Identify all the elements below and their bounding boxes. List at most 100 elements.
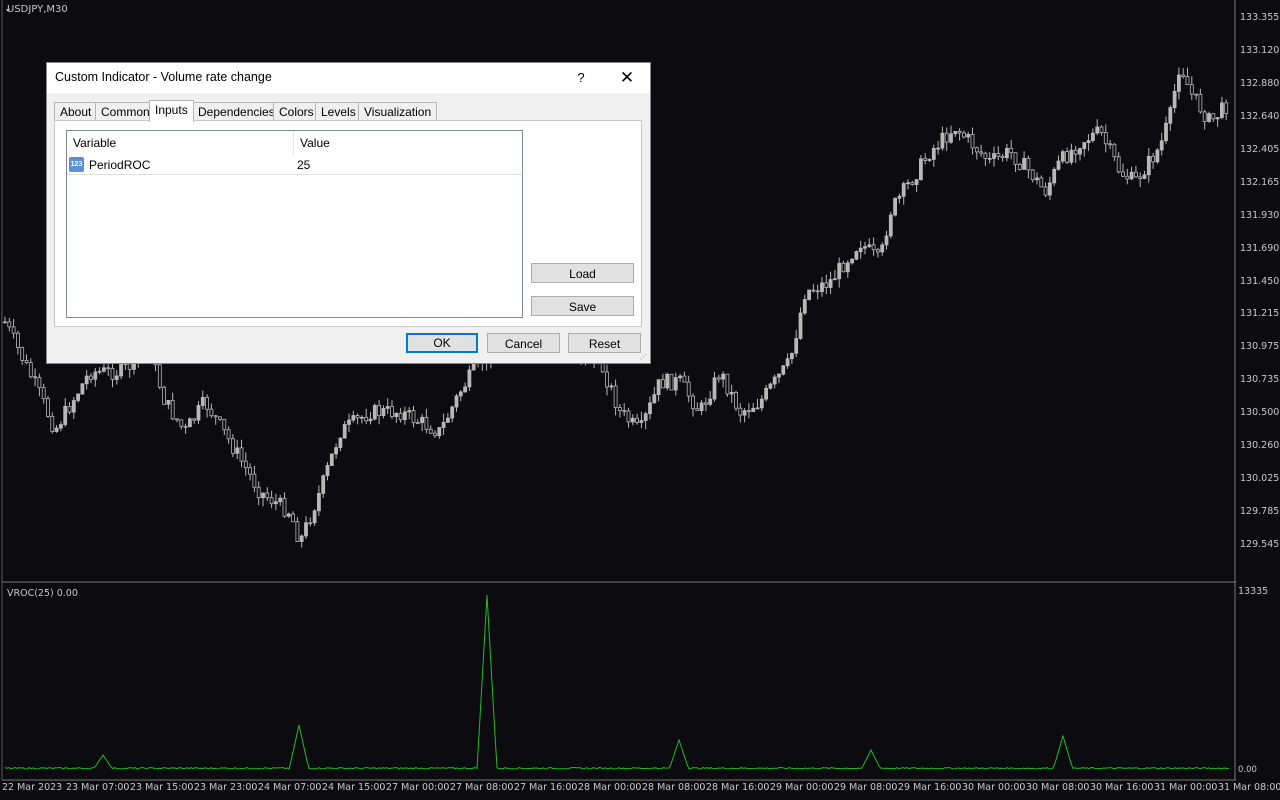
candle-body	[321, 475, 326, 494]
candle-body	[876, 249, 880, 253]
candle-body	[888, 214, 893, 237]
candle-body	[226, 429, 231, 440]
column-header-value[interactable]: Value	[294, 131, 522, 155]
time-tick-label: 23 Mar 15:00	[130, 782, 194, 793]
candle-body	[970, 134, 975, 149]
candle-body	[437, 427, 442, 437]
candle-body	[1207, 113, 1211, 122]
tab-visualization[interactable]: Visualization	[358, 102, 438, 120]
candle-body	[450, 406, 455, 419]
candle-body	[927, 159, 932, 161]
value-cell[interactable]: 25	[297, 155, 310, 175]
candle-body	[192, 418, 197, 421]
candle-body	[157, 364, 162, 388]
tab-inputs[interactable]: Inputs	[149, 100, 194, 122]
tab-dependencies[interactable]: Dependencies	[192, 102, 281, 120]
table-row[interactable]: 123 PeriodROC 25	[67, 155, 522, 175]
candle-body	[940, 132, 945, 149]
candle-body	[854, 251, 859, 260]
candle-body	[114, 375, 119, 380]
tab-common[interactable]: Common	[95, 102, 156, 120]
candle-body	[394, 412, 399, 418]
candle-body	[725, 373, 730, 395]
candle-body	[828, 279, 833, 288]
candle-body	[1224, 102, 1229, 114]
candle-body	[454, 395, 459, 408]
candle-body	[695, 408, 700, 412]
candle-body	[1142, 174, 1147, 179]
candle-body	[1168, 107, 1173, 124]
resize-grip-icon[interactable]: ⋰	[640, 353, 648, 361]
candle-body	[996, 153, 1001, 157]
reset-button[interactable]: Reset	[568, 333, 641, 353]
candle-body	[213, 415, 218, 418]
candle-body	[936, 147, 940, 150]
candle-body	[106, 367, 111, 370]
candle-body	[914, 179, 919, 185]
candle-body	[1185, 76, 1190, 86]
price-tick-label: 132.880	[1240, 77, 1280, 89]
tab-levels[interactable]: Levels	[315, 102, 362, 120]
help-button[interactable]: ?	[567, 65, 595, 91]
candle-body	[1048, 182, 1052, 196]
candle-body	[1099, 126, 1104, 134]
candle-body	[897, 195, 902, 199]
column-header-variable[interactable]: Variable	[67, 131, 293, 155]
price-tick-label: 131.215	[1240, 308, 1280, 320]
integer-type-icon: 123	[69, 157, 84, 172]
price-tick-label: 131.690	[1240, 242, 1280, 254]
candle-body	[1022, 157, 1026, 170]
candle-body	[84, 375, 89, 385]
candle-body	[682, 375, 687, 383]
inputs-panel: Variable Value 123 PeriodROC 25 Load Sav…	[54, 120, 642, 327]
candle-body	[708, 398, 713, 405]
indicator-min-label: 0.00	[1238, 765, 1257, 775]
candle-body	[295, 521, 300, 542]
candle-body	[966, 134, 971, 138]
candle-body	[648, 402, 652, 415]
candle-body	[678, 375, 682, 379]
candle-body	[76, 393, 80, 401]
candle-body	[841, 262, 846, 273]
candle-body	[884, 235, 889, 246]
candle-body	[1164, 122, 1168, 142]
candle-body	[1103, 132, 1108, 145]
save-button[interactable]: Save	[531, 296, 634, 316]
candle-body	[880, 244, 885, 253]
candle-body	[1194, 93, 1198, 96]
candle-body	[734, 392, 738, 409]
ok-button[interactable]: OK	[406, 333, 478, 353]
price-tick-label: 132.640	[1240, 110, 1280, 122]
candle-body	[1026, 157, 1031, 171]
candle-body	[329, 453, 334, 466]
dialog-titlebar[interactable]: Custom Indicator - Volume rate change ? …	[47, 63, 650, 93]
candle-body	[630, 417, 635, 423]
candle-body	[54, 427, 59, 432]
symbol-label[interactable]: USDJPY,M30	[7, 4, 68, 15]
candle-body	[1108, 143, 1112, 146]
candle-body	[102, 367, 106, 372]
time-tick-label: 24 Mar 15:00	[322, 782, 386, 793]
time-tick-label: 30 Mar 08:00	[1026, 782, 1090, 793]
candle-body	[282, 497, 287, 517]
tab-about[interactable]: About	[54, 102, 98, 120]
candle-body	[1017, 164, 1022, 170]
load-button[interactable]: Load	[531, 263, 634, 283]
candle-body	[93, 371, 98, 380]
close-icon[interactable]: ✕	[613, 65, 641, 91]
time-tick-label: 27 Mar 08:00	[450, 782, 514, 793]
candle-body	[618, 407, 622, 411]
candle-body	[235, 447, 240, 454]
time-tick-label: 23 Mar 07:00	[66, 782, 130, 793]
candle-body	[368, 418, 373, 422]
candle-body	[673, 377, 678, 391]
candle-body	[291, 513, 296, 523]
candle-body	[390, 406, 394, 418]
candle-body	[273, 501, 278, 505]
candle-body	[755, 407, 760, 410]
candle-body	[785, 358, 790, 367]
tab-colors[interactable]: Colors	[273, 102, 320, 120]
cancel-button[interactable]: Cancel	[487, 333, 560, 353]
candle-body	[1060, 151, 1065, 162]
candle-body	[316, 493, 321, 512]
